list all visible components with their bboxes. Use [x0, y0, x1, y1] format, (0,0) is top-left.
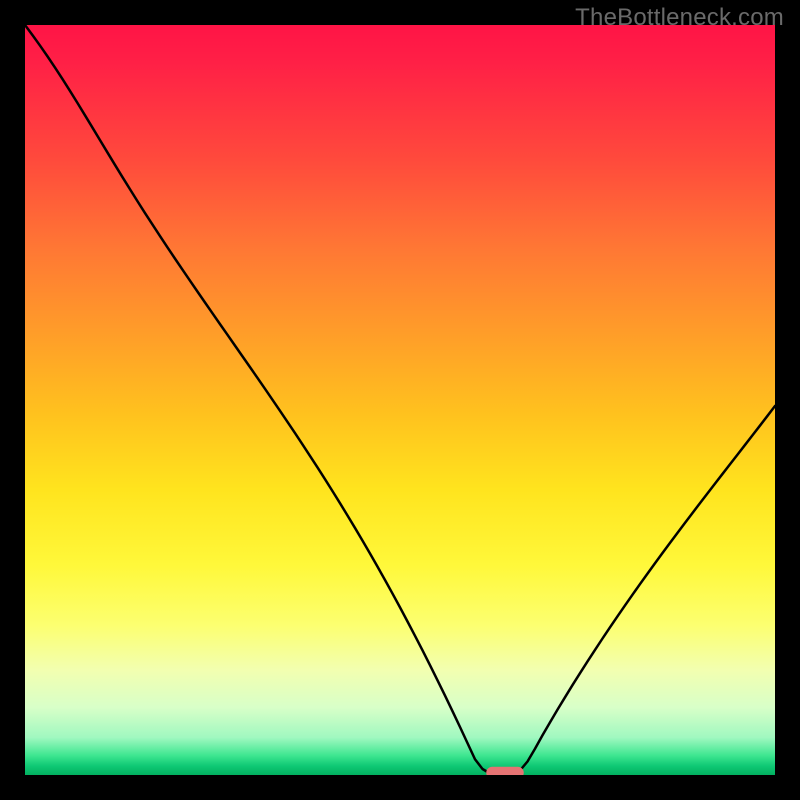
- plot-area: [25, 25, 775, 775]
- optimal-marker: [486, 767, 524, 775]
- chart-svg: [25, 25, 775, 775]
- chart-container: TheBottleneck.com: [0, 0, 800, 800]
- gradient-background: [25, 25, 775, 775]
